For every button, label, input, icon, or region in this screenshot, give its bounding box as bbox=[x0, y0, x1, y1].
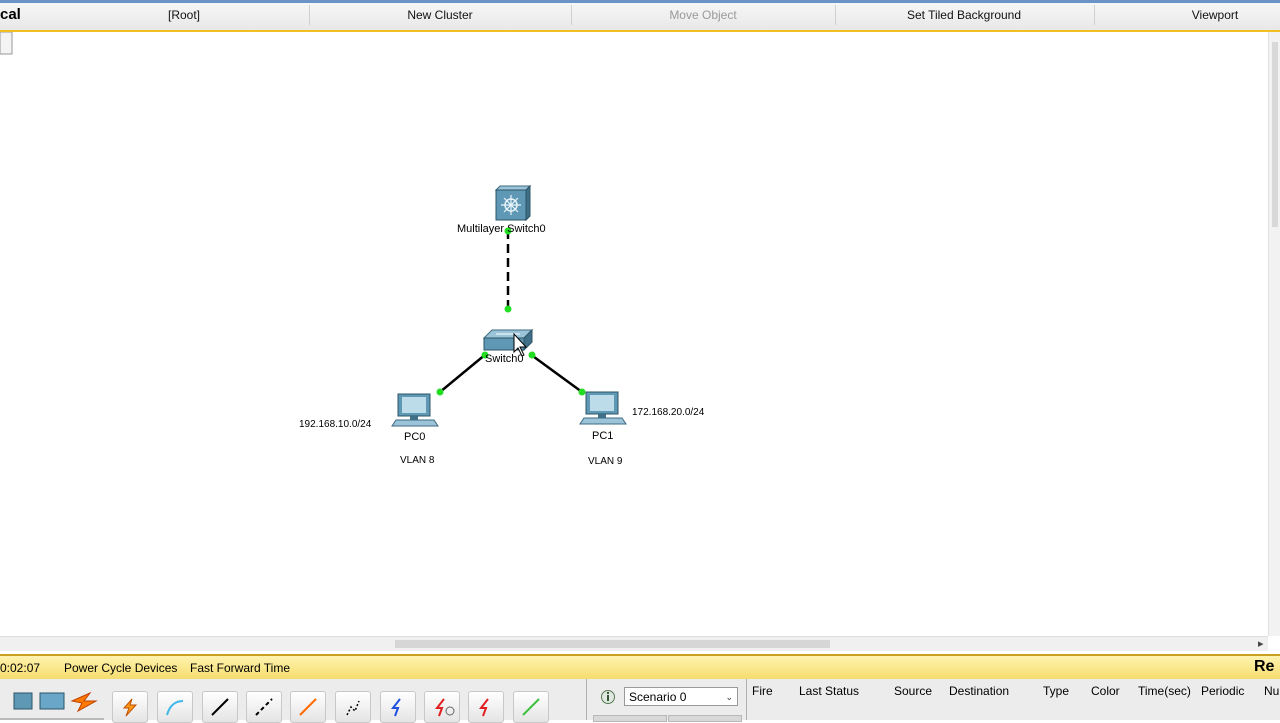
device-and-pdu-panel: Scenario 0 ⌄ Fire Last Status Source Des… bbox=[0, 679, 1280, 723]
serial-dce-icon bbox=[434, 698, 455, 717]
simulation-time: 0:02:07 bbox=[0, 661, 41, 675]
port-indicator bbox=[504, 305, 512, 313]
panel-divider bbox=[586, 679, 587, 720]
copper-cross-over-tool[interactable] bbox=[246, 691, 282, 723]
copper-straight-through-tool[interactable] bbox=[202, 691, 238, 723]
phone-cable-icon bbox=[346, 700, 360, 716]
vertical-scrollbar[interactable] bbox=[1268, 32, 1280, 636]
pdu-col-color: Color bbox=[1091, 684, 1120, 698]
panel-divider bbox=[746, 679, 747, 720]
pc1-vlan-note: VLAN 9 bbox=[588, 456, 623, 467]
fast-forward-time-button[interactable]: Fast Forward Time bbox=[190, 661, 290, 675]
pdu-col-source: Source bbox=[894, 684, 933, 698]
corner-handle[interactable] bbox=[0, 32, 13, 55]
multilayer-switch-icon[interactable] bbox=[494, 184, 532, 222]
wireless-category-icon[interactable] bbox=[39, 692, 65, 710]
pdu-col-last-status: Last Status bbox=[799, 684, 860, 698]
serial-dce-tool[interactable] bbox=[424, 691, 460, 723]
scenario-info-icon[interactable] bbox=[600, 689, 616, 705]
pc1-network-note: 172.168.20.0/24 bbox=[632, 407, 705, 418]
multilayer-switch-label: Multilayer Switch0 bbox=[457, 223, 546, 235]
crossover-cable-icon bbox=[255, 698, 273, 716]
pc0-vlan-note: VLAN 8 bbox=[400, 455, 435, 466]
toolbar-divider bbox=[1094, 5, 1095, 25]
chevron-down-icon: ⌄ bbox=[725, 692, 733, 702]
pc0-network-note: 192.168.10.0/24 bbox=[299, 419, 372, 430]
pc0-icon[interactable] bbox=[391, 393, 439, 427]
port-indicator bbox=[436, 388, 444, 396]
link-switch-to-pc1[interactable] bbox=[529, 352, 583, 394]
scenario-select[interactable]: Scenario 0 ⌄ bbox=[624, 687, 738, 706]
serial-dte-tool[interactable] bbox=[468, 691, 504, 723]
time-status-bar: 0:02:07 Power Cycle Devices Fast Forward… bbox=[0, 654, 1280, 681]
pc0-label: PC0 bbox=[404, 431, 426, 443]
fiber-cable-icon bbox=[299, 698, 317, 716]
scenario-select-value: Scenario 0 bbox=[629, 690, 687, 704]
new-scenario-button[interactable] bbox=[593, 715, 667, 722]
set-tiled-background-button[interactable]: Set Tiled Background bbox=[836, 3, 1092, 28]
connections-category-icon[interactable] bbox=[70, 691, 98, 713]
coaxial-cable-icon bbox=[390, 698, 401, 717]
phone-cable-tool[interactable] bbox=[335, 691, 371, 723]
fiber-tool[interactable] bbox=[290, 691, 326, 723]
delete-scenario-button[interactable] bbox=[668, 715, 742, 722]
topology-drawing bbox=[0, 32, 627, 427]
pdu-col-type: Type bbox=[1043, 684, 1070, 698]
straight-cable-icon bbox=[211, 698, 229, 716]
auto-connection-tool[interactable] bbox=[112, 691, 148, 723]
root-button[interactable]: [Root] bbox=[60, 3, 308, 28]
switch-category-icon[interactable] bbox=[13, 692, 33, 710]
logical-mode-label[interactable]: cal bbox=[0, 6, 21, 23]
console-cable-tool[interactable] bbox=[157, 691, 193, 723]
new-cluster-button[interactable]: New Cluster bbox=[310, 3, 570, 28]
scroll-right-arrow-icon[interactable]: ▸ bbox=[1258, 637, 1264, 650]
horizontal-scrollbar[interactable]: ▸ bbox=[0, 636, 1268, 651]
workspace-toolbar: cal [Root] New Cluster Move Object Set T… bbox=[0, 0, 1280, 32]
pdu-col-num: Nu bbox=[1264, 684, 1280, 698]
pdu-col-destination: Destination bbox=[949, 684, 1010, 698]
pdu-col-fire: Fire bbox=[752, 684, 773, 698]
logical-workspace-canvas[interactable]: Multilayer Switch0 Switch0 PC0 PC1 192.1… bbox=[0, 32, 1268, 636]
coaxial-tool[interactable] bbox=[380, 691, 416, 723]
pc1-icon[interactable] bbox=[579, 391, 627, 425]
pdu-col-periodic: Periodic bbox=[1201, 684, 1245, 698]
pc1-label: PC1 bbox=[592, 430, 614, 442]
serial-dte-icon bbox=[478, 698, 489, 717]
lightning-icon bbox=[122, 698, 138, 717]
octal-cable-icon bbox=[522, 698, 540, 716]
octal-tool[interactable] bbox=[513, 691, 549, 723]
link-switch-to-pc0[interactable] bbox=[439, 353, 487, 393]
port-indicator bbox=[528, 351, 536, 359]
realtime-mode-label[interactable]: Re bbox=[1254, 658, 1274, 676]
port-indicator bbox=[578, 388, 586, 396]
vertical-scroll-thumb[interactable] bbox=[1272, 42, 1278, 227]
device-category-strip bbox=[0, 691, 104, 720]
console-cable-icon bbox=[166, 700, 184, 716]
switch-label: Switch0 bbox=[485, 353, 524, 365]
horizontal-scroll-thumb[interactable] bbox=[395, 640, 830, 648]
pdu-col-time: Time(sec) bbox=[1138, 684, 1191, 698]
move-object-button[interactable]: Move Object bbox=[572, 3, 834, 28]
power-cycle-devices-button[interactable]: Power Cycle Devices bbox=[64, 661, 177, 675]
viewport-button[interactable]: Viewport bbox=[1150, 3, 1280, 28]
